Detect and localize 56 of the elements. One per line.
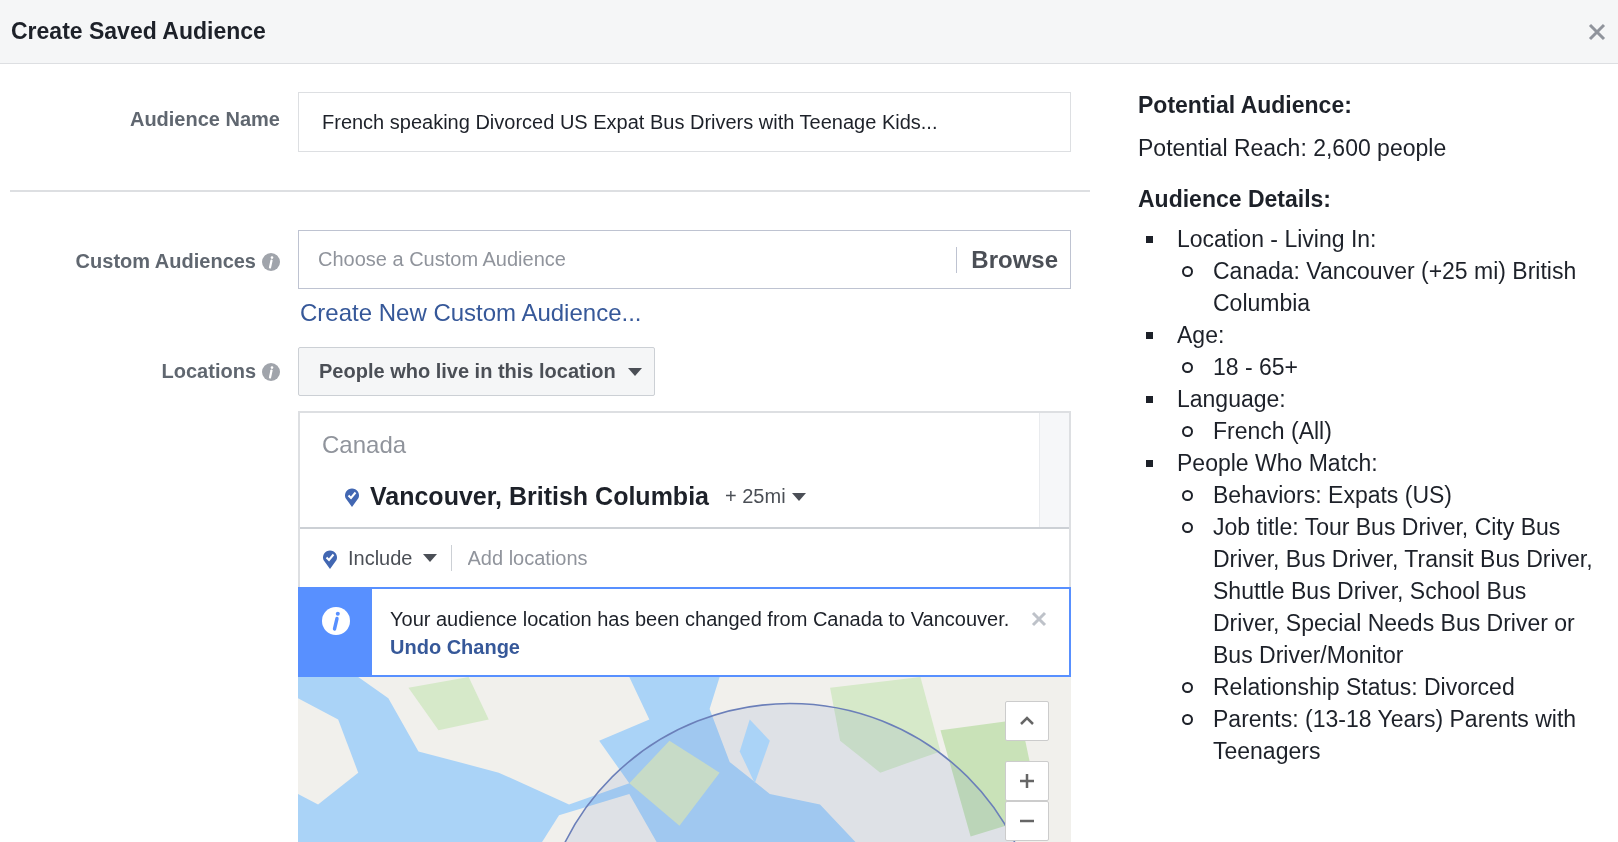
detail-category: Language: (1177, 385, 1286, 414)
detail-value: Behaviors: Expats (US) (1213, 481, 1453, 510)
bullet-icon (1146, 396, 1153, 403)
bullet-icon (1146, 236, 1153, 243)
field-label: Audience Name (128, 107, 281, 131)
bullet-icon (1182, 714, 1193, 725)
bullet-icon (1182, 490, 1193, 501)
detail-value: Canada: Vancouver (+25 mi) British Columbia (1213, 257, 1578, 318)
browse-button[interactable]: Browse (971, 245, 1070, 274)
location-type-dropdown[interactable]: People who live in this location (298, 347, 655, 396)
bullet-icon (1182, 682, 1193, 693)
detail-category: People Who Match: (1177, 449, 1378, 478)
bullet-icon (1182, 522, 1193, 533)
undo-change-link[interactable]: Undo Change (390, 636, 520, 658)
dialog-title: Create Saved Audience (11, 18, 266, 45)
audience-name-field[interactable]: French speaking Divorced US Expat Bus Drivers with Teenage Kids... (298, 92, 1071, 152)
bullet-icon (1146, 460, 1153, 467)
bullet-icon (1182, 266, 1193, 277)
create-audience-link[interactable]: Create New Custom Audience... (300, 299, 642, 327)
close-icon[interactable] (1588, 22, 1606, 41)
country-name: Canada (322, 431, 407, 458)
detail-value: Parents: (13-18 Years) Parents with Teenagers (1213, 705, 1578, 766)
map-pan-up-button[interactable] (1005, 701, 1049, 741)
zoom-in-button[interactable] (1005, 761, 1049, 801)
field-label: Custom Audiences (75, 250, 256, 273)
detail-value: 18 - 65+ (1213, 353, 1299, 382)
location-name: Vancouver, British Columbia (370, 482, 709, 511)
detail-category: Age: (1177, 321, 1225, 350)
notice-text: Your audience location has been changed from Canada to Vancouver. Undo Change (389, 607, 1011, 660)
section-heading: Audience Details: (1138, 186, 1332, 213)
close-icon[interactable] (1031, 611, 1047, 627)
info-icon[interactable] (262, 362, 280, 381)
info-icon[interactable] (262, 252, 280, 271)
bullet-icon (1182, 426, 1193, 437)
include-dropdown[interactable]: Include (300, 546, 451, 570)
plus-icon (1020, 774, 1034, 788)
minus-icon (1020, 819, 1034, 823)
bullet-icon (1146, 332, 1153, 339)
caret-icon (627, 367, 642, 376)
field-label: Locations (161, 360, 256, 383)
caret-icon (422, 554, 437, 562)
chevron-up-icon (1019, 716, 1035, 726)
detail-value: French (All) (1213, 417, 1332, 446)
section-heading: Potential Audience: (1138, 92, 1353, 119)
detail-category: Location - Living In: (1177, 225, 1377, 254)
info-icon (322, 607, 350, 635)
radius-dropdown[interactable]: + 25mi (719, 485, 806, 508)
pin-icon (322, 547, 338, 569)
detail-value: Job title: Tour Bus Driver, City Bus Driver, Bus Driver, Transit Bus Driver, Shuttle Bus Driver, School Bus Driver, Special Needs Bus Driver or Bus Driver/Monitor (1213, 513, 1594, 670)
potential-reach: Potential Reach: 2,600 people (1138, 135, 1448, 162)
custom-audience-field[interactable]: Choose a Custom Audience Browse (298, 230, 1071, 289)
bullet-icon (1182, 362, 1193, 373)
scrollbar[interactable] (1039, 413, 1069, 527)
caret-icon (791, 492, 806, 501)
detail-value: Relationship Status: Divorced (1213, 673, 1515, 702)
pin-icon (344, 486, 360, 507)
